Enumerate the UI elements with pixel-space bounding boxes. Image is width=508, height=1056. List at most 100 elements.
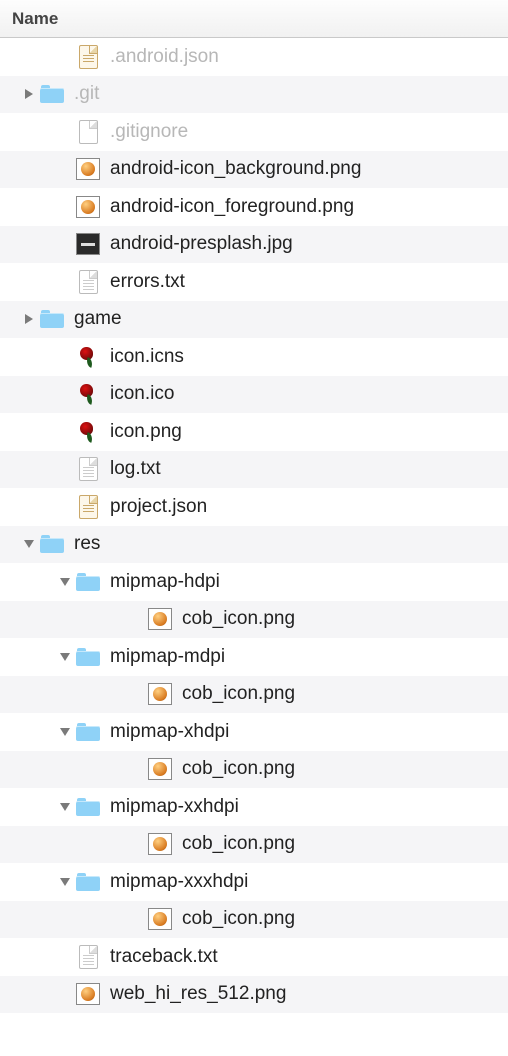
file-name-label: icon.ico: [110, 383, 174, 405]
file-name-label: cob_icon.png: [182, 833, 295, 855]
json-file-icon: [79, 495, 98, 519]
file-name-label: cob_icon.png: [182, 683, 295, 705]
tree-row[interactable]: android-icon_foreground.png: [0, 188, 508, 226]
tree-row[interactable]: .gitignore: [0, 113, 508, 151]
tree-row[interactable]: web_hi_res_512.png: [0, 976, 508, 1014]
row-icon-container: [40, 307, 64, 331]
row-icon-container: [76, 495, 100, 519]
image-thumbnail-icon: [148, 833, 172, 855]
row-icon-container: [76, 345, 100, 369]
tree-row[interactable]: mipmap-xxxhdpi: [0, 863, 508, 901]
row-icon-container: [76, 195, 100, 219]
file-name-label: web_hi_res_512.png: [110, 983, 286, 1005]
row-icon-container: [76, 982, 100, 1006]
file-name-label: icon.png: [110, 421, 182, 443]
row-icon-container: [76, 870, 100, 894]
file-name-label: icon.icns: [110, 346, 184, 368]
folder-icon: [76, 573, 100, 591]
file-name-label: res: [74, 533, 100, 555]
image-thumbnail-icon: [76, 233, 100, 255]
tree-row[interactable]: icon.icns: [0, 338, 508, 376]
tree-row[interactable]: .android.json: [0, 38, 508, 76]
tree-row[interactable]: cob_icon.png: [0, 901, 508, 939]
row-icon-container: [76, 120, 100, 144]
row-icon-container: [148, 757, 172, 781]
file-name-label: .gitignore: [110, 121, 188, 143]
tree-row[interactable]: log.txt: [0, 451, 508, 489]
column-header-name[interactable]: Name: [0, 0, 508, 38]
tree-row[interactable]: android-presplash.jpg: [0, 226, 508, 264]
file-name-label: game: [74, 308, 122, 330]
tree-row[interactable]: .git: [0, 76, 508, 114]
row-icon-container: [76, 720, 100, 744]
tree-row[interactable]: project.json: [0, 488, 508, 526]
text-file-icon: [79, 270, 98, 294]
text-file-icon: [79, 945, 98, 969]
file-tree: .android.json .git .gitignore android-icon_…: [0, 38, 508, 1013]
row-icon-container: [76, 570, 100, 594]
disclosure-triangle-open-icon[interactable]: [58, 650, 72, 664]
image-thumbnail-icon: [148, 683, 172, 705]
tree-row[interactable]: android-icon_background.png: [0, 151, 508, 189]
tree-row[interactable]: cob_icon.png: [0, 826, 508, 864]
folder-icon: [40, 535, 64, 553]
tree-row[interactable]: mipmap-mdpi: [0, 638, 508, 676]
file-name-label: cob_icon.png: [182, 758, 295, 780]
image-thumbnail-icon: [77, 346, 99, 368]
image-thumbnail-icon: [76, 196, 100, 218]
disclosure-triangle-open-icon[interactable]: [58, 725, 72, 739]
tree-row[interactable]: mipmap-hdpi: [0, 563, 508, 601]
file-name-label: cob_icon.png: [182, 608, 295, 630]
file-icon: [79, 120, 98, 144]
row-icon-container: [40, 532, 64, 556]
tree-row[interactable]: game: [0, 301, 508, 339]
row-icon-container: [76, 270, 100, 294]
folder-icon: [76, 873, 100, 891]
tree-row[interactable]: mipmap-xxhdpi: [0, 788, 508, 826]
image-thumbnail-icon: [77, 421, 99, 443]
tree-row[interactable]: cob_icon.png: [0, 601, 508, 639]
folder-icon: [76, 723, 100, 741]
row-icon-container: [76, 45, 100, 69]
tree-row[interactable]: res: [0, 526, 508, 564]
row-icon-container: [76, 382, 100, 406]
tree-row[interactable]: traceback.txt: [0, 938, 508, 976]
file-name-label: mipmap-hdpi: [110, 571, 220, 593]
tree-row[interactable]: cob_icon.png: [0, 751, 508, 789]
row-icon-container: [148, 832, 172, 856]
tree-row[interactable]: mipmap-xhdpi: [0, 713, 508, 751]
row-icon-container: [76, 232, 100, 256]
row-icon-container: [76, 795, 100, 819]
row-icon-container: [76, 645, 100, 669]
file-name-label: android-icon_background.png: [110, 158, 361, 180]
row-icon-container: [76, 157, 100, 181]
file-name-label: .android.json: [110, 46, 219, 68]
column-header-label: Name: [12, 9, 58, 29]
file-name-label: android-presplash.jpg: [110, 233, 293, 255]
folder-icon: [76, 648, 100, 666]
row-icon-container: [148, 907, 172, 931]
disclosure-triangle-closed-icon[interactable]: [22, 312, 36, 326]
disclosure-triangle-closed-icon[interactable]: [22, 87, 36, 101]
image-thumbnail-icon: [76, 158, 100, 180]
disclosure-triangle-open-icon[interactable]: [58, 800, 72, 814]
tree-row[interactable]: icon.ico: [0, 376, 508, 414]
file-name-label: mipmap-xhdpi: [110, 721, 229, 743]
disclosure-triangle-open-icon[interactable]: [58, 575, 72, 589]
tree-row[interactable]: cob_icon.png: [0, 676, 508, 714]
file-name-label: cob_icon.png: [182, 908, 295, 930]
row-icon-container: [76, 420, 100, 444]
disclosure-triangle-open-icon[interactable]: [58, 875, 72, 889]
row-icon-container: [148, 682, 172, 706]
folder-icon: [40, 85, 64, 103]
file-name-label: mipmap-mdpi: [110, 646, 225, 668]
tree-row[interactable]: icon.png: [0, 413, 508, 451]
json-file-icon: [79, 45, 98, 69]
tree-row[interactable]: errors.txt: [0, 263, 508, 301]
image-thumbnail-icon: [148, 908, 172, 930]
disclosure-triangle-open-icon[interactable]: [22, 537, 36, 551]
file-name-label: android-icon_foreground.png: [110, 196, 354, 218]
image-thumbnail-icon: [76, 983, 100, 1005]
row-icon-container: [76, 945, 100, 969]
folder-icon: [40, 310, 64, 328]
